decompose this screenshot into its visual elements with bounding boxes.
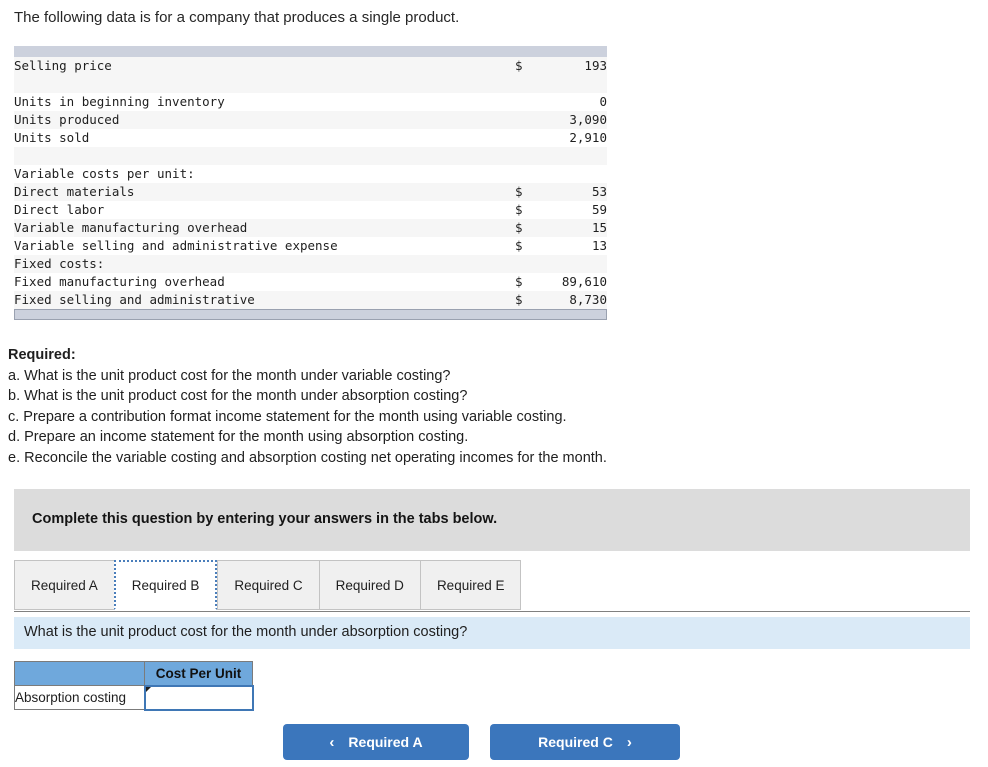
exhibit-row: Direct labor $59: [14, 201, 607, 219]
exhibit-spacer-cell: [14, 75, 607, 93]
tab-label: Required D: [335, 577, 404, 593]
exhibit-row-value: [537, 255, 607, 273]
exhibit-top-bar: [14, 46, 607, 57]
question-bar-text: What is the unit product cost for the mo…: [24, 624, 468, 640]
exhibit-row-value: 53: [537, 183, 607, 201]
exhibit-row-label: Fixed manufacturing overhead: [14, 273, 515, 291]
exhibit-row-value: 193: [537, 57, 607, 75]
exhibit-row-currency: $: [515, 219, 537, 237]
absorption-costing-input[interactable]: [145, 686, 252, 709]
required-item: d. Prepare an income statement for the m…: [8, 429, 469, 445]
exhibit-row: Units in beginning inventory 0: [14, 93, 607, 111]
tab-required-d[interactable]: Required D: [318, 560, 420, 610]
exhibit-row-value: 8,730: [537, 291, 607, 309]
exhibit-row-currency: $: [515, 291, 537, 309]
required-heading: Required:: [8, 347, 76, 363]
prev-button-label: Required A: [348, 734, 423, 750]
exhibit-row-currency: [515, 165, 537, 183]
exhibit-row-currency: $: [515, 183, 537, 201]
exhibit-row-label: Selling price: [14, 57, 515, 75]
instruction-banner-text: Complete this question by entering your …: [32, 511, 498, 527]
exhibit-row: Direct materials $53: [14, 183, 607, 201]
exhibit-row-label: Direct labor: [14, 201, 515, 219]
exhibit-row-value: 13: [537, 237, 607, 255]
exhibit-row-currency: $: [515, 201, 537, 219]
tab-label: Required E: [436, 577, 505, 593]
exhibit-row: Variable manufacturing overhead $15: [14, 219, 607, 237]
required-item: a. What is the unit product cost for the…: [8, 367, 451, 384]
tab-strip: Required A Required B Required C Required D…: [14, 560, 970, 612]
exhibit-spacer-cell: [14, 147, 607, 165]
tab-label: Required C: [234, 577, 303, 593]
tab-required-b[interactable]: Required B: [113, 560, 218, 610]
exhibit-row-label: Variable selling and administrative expe…: [14, 237, 515, 255]
tab-required-c[interactable]: Required C: [217, 560, 319, 610]
exhibit-row-value: [537, 165, 607, 183]
tab-required-a[interactable]: Required A: [14, 560, 114, 610]
exhibit-spacer-row: [14, 147, 607, 165]
exhibit-row-value: 2,910: [537, 129, 607, 147]
exhibit-row-label: Fixed costs:: [14, 255, 515, 273]
absorption-costing-input-cell[interactable]: [143, 684, 254, 711]
required-section: Required: a. What is the unit product co…: [8, 345, 607, 468]
exhibit-row: Fixed selling and administrative $8,730: [14, 291, 607, 309]
exhibit-row: Variable selling and administrative expe…: [14, 237, 607, 255]
question-bar: What is the unit product cost for the mo…: [14, 617, 970, 649]
exhibit-spacer-row: [14, 75, 607, 93]
answer-table-row: Absorption costing: [14, 684, 254, 711]
required-item: c. Prepare a contribution format income …: [8, 408, 567, 425]
exhibit-row-currency: [515, 255, 537, 273]
exhibit-row-label: Fixed selling and administrative: [14, 291, 515, 309]
answer-header-cost-per-unit: Cost Per Unit: [144, 661, 253, 686]
next-button-label: Required C: [538, 734, 613, 750]
required-item: e. Reconcile the variable costing and ab…: [8, 449, 607, 466]
exhibit-row: Units sold 2,910: [14, 129, 607, 147]
exhibit-row: Fixed costs:: [14, 255, 607, 273]
required-item: b. What is the unit product cost for the…: [8, 388, 468, 404]
tab-label: Required A: [31, 577, 98, 593]
intro-text: The following data is for a company that…: [14, 9, 460, 26]
exhibit-row-currency: $: [515, 237, 537, 255]
chevron-right-icon: ›: [626, 733, 632, 751]
exhibit-row-currency: $: [515, 273, 537, 291]
tab-underline: [14, 611, 970, 612]
exhibit-row-label: Variable costs per unit:: [14, 165, 515, 183]
exhibit-row-value: 59: [537, 201, 607, 219]
answer-header-blank: [14, 661, 145, 686]
instruction-banner: Complete this question by entering your …: [14, 489, 970, 551]
exhibit-row-label: Units produced: [14, 111, 515, 129]
tab-required-e[interactable]: Required E: [419, 560, 522, 610]
prev-required-a-button[interactable]: ‹ Required A: [283, 724, 469, 760]
exhibit-row-currency: [515, 129, 537, 147]
exhibit-row-value: 3,090: [537, 111, 607, 129]
exhibit-row-value: 0: [537, 93, 607, 111]
exhibit-row: Selling price $193: [14, 57, 607, 75]
exhibit-row: Variable costs per unit:: [14, 165, 607, 183]
tab-label: Required B: [131, 577, 200, 593]
exhibit-row: Units produced 3,090: [14, 111, 607, 129]
exhibit-row-currency: [515, 93, 537, 111]
next-required-c-button[interactable]: Required C ›: [490, 724, 680, 760]
exhibit-row-value: 89,610: [537, 273, 607, 291]
data-exhibit: Selling price $193 Units in beginning inve…: [14, 46, 607, 320]
exhibit-row-value: 15: [537, 219, 607, 237]
answer-table-header-row: Cost Per Unit: [14, 661, 253, 686]
answer-table: Cost Per Unit Absorption costing: [14, 661, 254, 711]
tabs-row: Required A Required B Required C Required D…: [14, 560, 522, 610]
exhibit-table: Selling price $193 Units in beginning inve…: [14, 57, 607, 309]
exhibit-row-label: Direct materials: [14, 183, 515, 201]
answer-row-label-absorption-costing: Absorption costing: [14, 685, 145, 710]
exhibit-row: Fixed manufacturing overhead $89,610: [14, 273, 607, 291]
exhibit-row-label: Units in beginning inventory: [14, 93, 515, 111]
exhibit-row-label: Variable manufacturing overhead: [14, 219, 515, 237]
exhibit-row-label: Units sold: [14, 129, 515, 147]
chevron-left-icon: ‹: [329, 733, 335, 751]
exhibit-bottom-bar: [14, 309, 607, 320]
exhibit-row-currency: $: [515, 57, 537, 75]
exhibit-row-currency: [515, 111, 537, 129]
